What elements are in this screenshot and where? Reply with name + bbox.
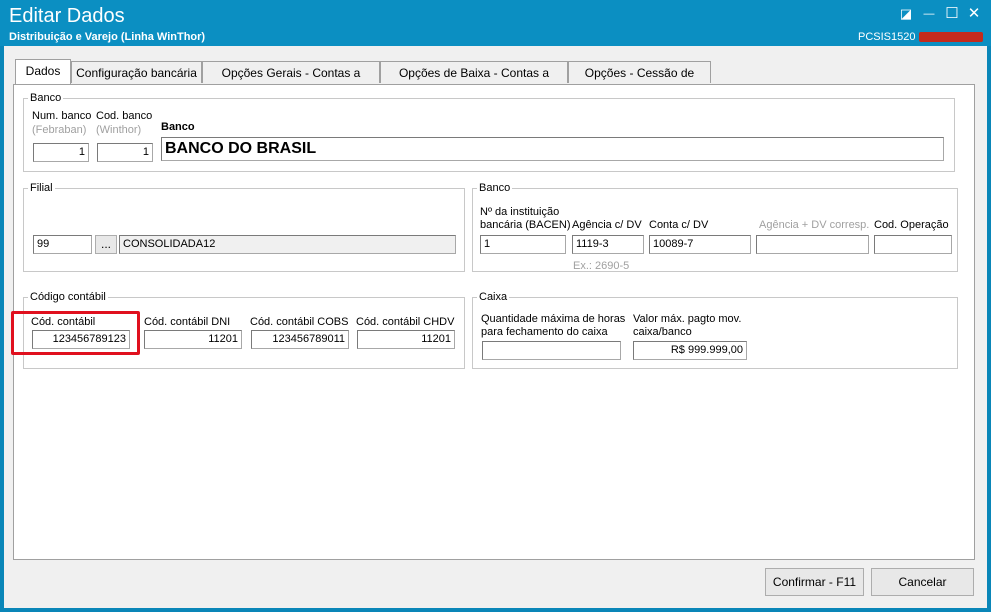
cod-banco-field[interactable]: 1 (97, 143, 153, 162)
dialog-body: Dados Configuração bancária Opções Gerai… (4, 46, 987, 608)
tab-configuracao-bancaria[interactable]: Configuração bancária (71, 61, 202, 83)
cobs-label: Cód. contábil COBS (250, 316, 349, 328)
horas-field[interactable] (482, 341, 621, 360)
filial-code-field[interactable]: 99 (33, 235, 92, 254)
cod-banco-sublabel: (Winthor) (96, 124, 142, 136)
agencia-corresp-field[interactable] (756, 235, 869, 254)
agencia-label: Agência c/ DV (572, 219, 642, 231)
cancel-button[interactable]: Cancelar (871, 568, 974, 596)
banco-legend: Banco (30, 92, 62, 104)
valor-field[interactable]: R$ 999.999,00 (633, 341, 747, 360)
filial-browse-button[interactable]: ... (95, 235, 117, 254)
tab-opcoes-gerais[interactable]: Opções Gerais - Contas a Receber (202, 61, 380, 102)
agencia-hint: Ex.: 2690-5 (573, 260, 630, 272)
dni-field[interactable]: 11201 (144, 330, 242, 349)
filial-legend: Filial (30, 182, 53, 194)
maximize-icon[interactable]: ☐ (942, 5, 962, 23)
banco-label: Banco (161, 121, 195, 133)
cod-contabil-label: Cód. contábil (31, 316, 96, 328)
instituicao-label-2: bancária (BACEN) (480, 219, 571, 231)
routine-code: PCSIS1520 (858, 31, 916, 43)
instituicao-field[interactable]: 1 (480, 235, 566, 254)
instituicao-label-1: Nº da instituição (480, 206, 560, 218)
num-banco-label: Num. banco (32, 110, 92, 122)
valor-label-2: caixa/banco (633, 326, 692, 338)
cod-operacao-label: Cod. Operação (874, 219, 949, 231)
banco-name-field[interactable]: BANCO DO BRASIL (161, 137, 944, 161)
chdv-field[interactable]: 11201 (357, 330, 455, 349)
window-subtitle: Distribuição e Varejo (Linha WinThor) (9, 31, 206, 43)
restore-icon[interactable]: ◪ (896, 5, 916, 23)
redacted-label (919, 32, 983, 42)
chdv-label: Cód. contábil CHDV (356, 316, 455, 328)
cod-contabil-field[interactable]: 123456789123 (32, 330, 130, 349)
minimize-icon[interactable]: — (919, 5, 939, 23)
tab-opcoes-baixa[interactable]: Opções de Baixa - Contas a Receber (380, 61, 568, 102)
codigo-contabil-legend: Código contábil (30, 291, 106, 303)
num-banco-sublabel: (Febraban) (32, 124, 87, 136)
caixa-legend: Caixa (479, 291, 508, 303)
confirm-button[interactable]: Confirmar - F11 (765, 568, 864, 596)
cod-operacao-field[interactable] (874, 235, 952, 254)
filial-name-field: CONSOLIDADA12 (119, 235, 456, 254)
agencia-field[interactable]: 1119-3 (572, 235, 644, 254)
close-icon[interactable]: ✕ (964, 5, 984, 23)
horas-label-2: para fechamento do caixa (481, 326, 608, 338)
conta-label: Conta c/ DV (649, 219, 709, 231)
horas-label-1: Quantidade máxima de horas (481, 313, 626, 325)
agencia-corresp-label: Agência + DV corresp. (759, 219, 870, 231)
title-bar: Editar Dados Distribuição e Varejo (Linh… (0, 0, 991, 46)
cod-banco-label: Cod. banco (96, 110, 153, 122)
tab-panel-dados: Banco Num. banco (Febraban) 1 Cod. banco… (11, 84, 975, 560)
conta-field[interactable]: 10089-7 (649, 235, 751, 254)
filial-group: Filial (23, 182, 465, 272)
tab-dados[interactable]: Dados (15, 59, 71, 85)
valor-label-1: Valor máx. pagto mov. (633, 313, 742, 325)
tab-cessao-credito[interactable]: Opções - Cessão de crédito (568, 61, 711, 102)
window-title: Editar Dados (9, 5, 125, 27)
cobs-field[interactable]: 123456789011 (251, 330, 349, 349)
num-banco-field[interactable]: 1 (33, 143, 89, 162)
banco-info-legend: Banco (479, 182, 511, 194)
dni-label: Cód. contábil DNI (144, 316, 231, 328)
